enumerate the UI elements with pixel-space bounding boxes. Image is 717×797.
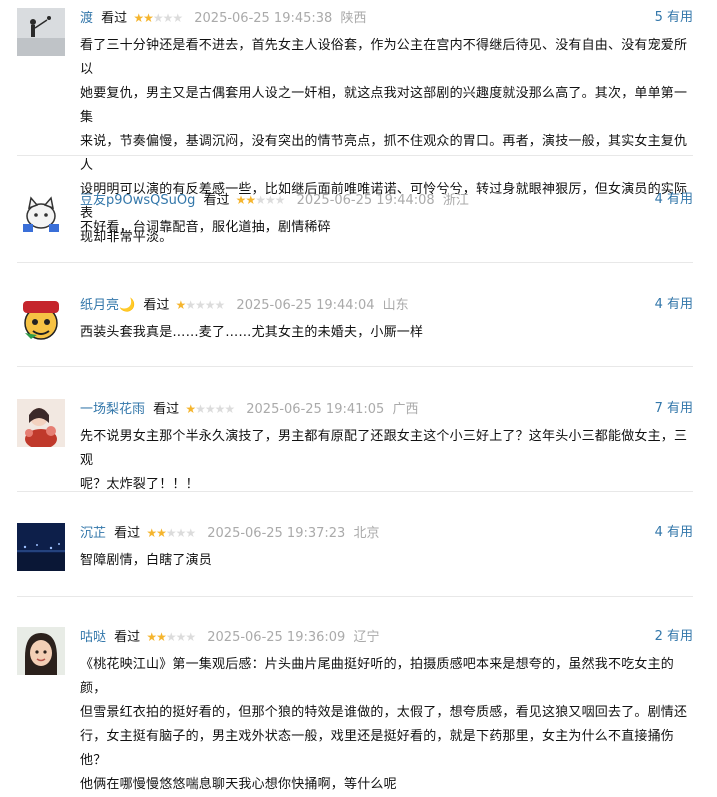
useful-vote[interactable]: 5 有用 xyxy=(655,8,693,28)
useful-label: 有用 xyxy=(666,401,693,416)
avatar-child-photo-image xyxy=(17,627,65,675)
username-link[interactable]: 咕哒 xyxy=(80,630,106,645)
comment-meta: 渡 看过 ★★★★★ 2025-06-25 19:45:38 陕西 xyxy=(80,8,693,28)
rating-stars: ★★★★★ xyxy=(133,11,183,25)
useful-label: 有用 xyxy=(666,10,693,25)
username-link[interactable]: 纸月亮🌙 xyxy=(80,298,135,313)
rating-stars: ★★★★★ xyxy=(235,193,286,207)
comment-line: 《桃花映江山》第一集观后感：片头曲片尾曲挺好听的，拍摄质感吧本来是想夸的，虽然我… xyxy=(80,657,675,696)
comment-location: 辽宁 xyxy=(353,630,380,645)
comment-line: 先不说男女主那个半永久演技了，男主都有原配了还跟女主这个小三好上了？这年头小三都… xyxy=(80,429,688,468)
comment-text: 《桃花映江山》第一集观后感：片头曲片尾曲挺好听的，拍摄质感吧本来是想夸的，虽然我… xyxy=(80,653,693,797)
useful-count: 4 xyxy=(654,525,663,540)
avatar-cartoon-face-image xyxy=(17,295,65,343)
useful-vote[interactable]: 4 有用 xyxy=(655,523,693,543)
rating-stars: ★★★★★ xyxy=(185,402,235,416)
avatar-illustrated-girl-image xyxy=(17,399,65,447)
avatar[interactable] xyxy=(17,523,65,571)
avatar[interactable] xyxy=(17,8,65,56)
username-link[interactable]: 一场梨花雨 xyxy=(80,402,145,417)
comment-line: 行，女主挺有脑子的，男主戏外状态一般，戏里还是挺好看的，就是下药那里，女主为什么… xyxy=(80,729,675,768)
rating-stars: ★★★★★ xyxy=(146,630,196,644)
comment-location: 陕西 xyxy=(340,11,367,26)
comment-location: 北京 xyxy=(353,526,380,541)
comment-meta: 咕哒 看过 ★★★★★ 2025-06-25 19:36:09 辽宁 xyxy=(80,627,693,647)
comment-meta: 纸月亮🌙 看过 ★★★★★ 2025-06-25 19:44:04 山东 xyxy=(80,295,693,315)
avatar-cartoon-cat-image xyxy=(17,190,65,238)
useful-vote[interactable]: 4 有用 xyxy=(655,190,693,210)
comment-time: 2025-06-25 19:37:23 xyxy=(207,526,346,541)
useful-count: 4 xyxy=(654,297,663,312)
comment-line: 西装头套我真是……麦了……尤其女主的未婚夫，小厮一样 xyxy=(80,325,424,340)
divider xyxy=(17,596,693,597)
avatar[interactable] xyxy=(17,295,65,343)
comment-line: 看了三十分钟还是看不进去，首先女主人设俗套，作为公主在宫内不得继后待见、没有自由… xyxy=(80,38,688,77)
comment-time: 2025-06-25 19:44:08 xyxy=(296,193,435,208)
comment-time: 2025-06-25 19:36:09 xyxy=(207,630,346,645)
avatar-silhouette-image xyxy=(17,8,65,56)
useful-label: 有用 xyxy=(666,629,693,644)
comment-line: 呢？太炸裂了！！！ xyxy=(80,477,199,492)
comment-meta: 一场梨花雨 看过 ★★★★★ 2025-06-25 19:41:05 广西 xyxy=(80,399,693,419)
comment-line: 智障剧情，白瞎了演员 xyxy=(80,553,213,568)
comment-location: 浙江 xyxy=(442,193,469,208)
useful-label: 有用 xyxy=(666,525,693,540)
username-link[interactable]: 豆友p9OwsQSuOg xyxy=(80,193,195,208)
avatar[interactable] xyxy=(17,627,65,675)
useful-vote[interactable]: 4 有用 xyxy=(655,295,693,315)
username-link[interactable]: 沉芷 xyxy=(80,526,106,541)
comment-meta: 沉芷 看过 ★★★★★ 2025-06-25 19:37:23 北京 xyxy=(80,523,693,543)
comment-text: 西装头套我真是……麦了……尤其女主的未婚夫，小厮一样 xyxy=(80,321,693,345)
avatar[interactable] xyxy=(17,190,65,238)
useful-vote[interactable]: 7 有用 xyxy=(655,399,693,419)
comment-time: 2025-06-25 19:44:04 xyxy=(236,298,375,313)
comment-line: 不好看，台词靠配音，服化道抽，剧情稀碎 xyxy=(80,220,331,235)
comment-location: 山东 xyxy=(382,298,409,313)
useful-count: 4 xyxy=(654,192,663,207)
comment-line: 但雪景红衣拍的挺好看的，但那个狼的特效是谁做的，太假了，想夸质感，看见这狼又咽回… xyxy=(80,705,688,720)
useful-count: 2 xyxy=(654,629,663,644)
username-link[interactable]: 渡 xyxy=(80,11,93,26)
comment-line: 她要复仇，男主又是古偶套用人设之一奸相，就这点我对这部剧的兴趣度就没那么高了。其… xyxy=(80,86,688,125)
divider xyxy=(17,366,693,367)
comment-text: 智障剧情，白瞎了演员 xyxy=(80,549,693,573)
useful-label: 有用 xyxy=(666,192,693,207)
comment-location: 广西 xyxy=(392,402,419,417)
watch-status: 看过 xyxy=(114,630,141,645)
useful-count: 7 xyxy=(654,401,663,416)
divider xyxy=(17,491,693,492)
watch-status: 看过 xyxy=(143,298,170,313)
comment-time: 2025-06-25 19:41:05 xyxy=(246,402,385,417)
avatar-night-scene-image xyxy=(17,523,65,571)
useful-count: 5 xyxy=(654,10,663,25)
comment-text: 不好看，台词靠配音，服化道抽，剧情稀碎 xyxy=(80,216,693,240)
comment-text: 先不说男女主那个半永久演技了，男主都有原配了还跟女主这个小三好上了？这年头小三都… xyxy=(80,425,693,497)
comment-line: 来说，节奏偏慢，基调沉闷，没有突出的情节亮点，抓不住观众的胃口。再者，演技一般，… xyxy=(80,134,688,173)
rating-stars: ★★★★★ xyxy=(146,526,196,540)
watch-status: 看过 xyxy=(101,11,128,26)
watch-status: 看过 xyxy=(153,402,180,417)
useful-label: 有用 xyxy=(666,297,693,312)
avatar[interactable] xyxy=(17,399,65,447)
comment-line: 他俩在哪慢慢悠悠喘息聊天我心想你快捅啊，等什么呢 xyxy=(80,777,397,792)
watch-status: 看过 xyxy=(114,526,141,541)
comment-meta: 豆友p9OwsQSuOg 看过 ★★★★★ 2025-06-25 19:44:0… xyxy=(80,190,693,210)
divider xyxy=(17,155,693,156)
useful-vote[interactable]: 2 有用 xyxy=(655,627,693,647)
rating-stars: ★★★★★ xyxy=(175,298,225,312)
comment-time: 2025-06-25 19:45:38 xyxy=(194,11,333,26)
divider xyxy=(17,262,693,263)
watch-status: 看过 xyxy=(203,193,230,208)
